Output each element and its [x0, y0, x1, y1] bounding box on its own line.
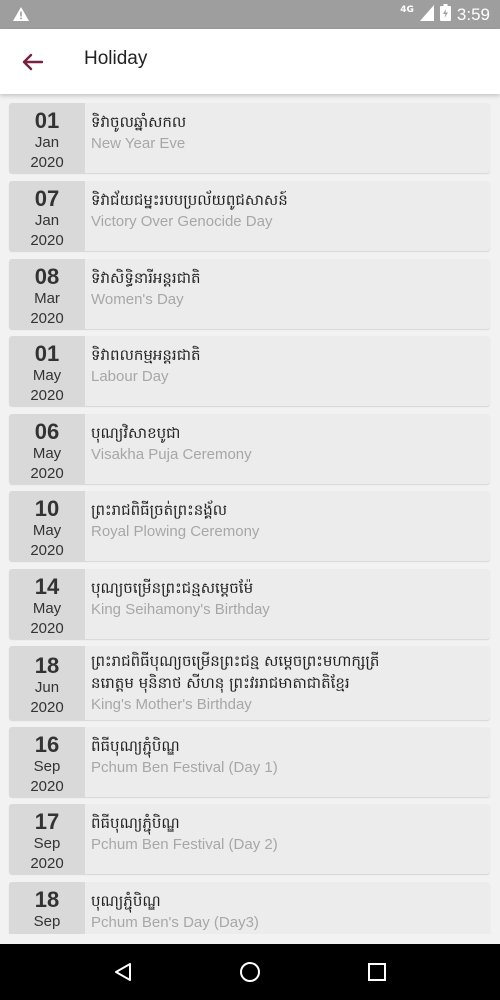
holiday-item[interactable]: 08 Mar 2020 ទិវាសិទ្ធិនារីអន្តរជាតិ Wome… [9, 259, 490, 329]
holiday-name-english: Pchum Ben Festival (Day 1) [91, 759, 278, 776]
date-block: 08 Mar 2020 [9, 259, 85, 329]
holiday-year: 2020 [30, 232, 64, 249]
holiday-name-khmer: ព្រះរាជពិធីច្រត់ព្រះនង្គ័ល [91, 501, 228, 519]
holiday-year: 2020 [30, 387, 64, 404]
holiday-day: 18 [34, 887, 60, 912]
holiday-name-english: Pchum Ben's Day (Day3) [91, 914, 259, 931]
holiday-item[interactable]: 10 May 2020 ព្រះរាជពិធីច្រត់ព្រះនង្គ័ល R… [9, 491, 490, 561]
status-bar: 4G 3:59 [0, 0, 500, 29]
circle-home-icon [239, 962, 260, 982]
holiday-item[interactable]: 01 May 2020 ទិវាពលកម្មអន្តរជាតិ Labour D… [9, 336, 490, 406]
system-navigation-bar [0, 944, 500, 1000]
holiday-day: 18 [34, 653, 60, 678]
date-block: 01 May 2020 [9, 336, 85, 406]
holiday-name-english: Pchum Ben Festival (Day 2) [91, 836, 278, 853]
holiday-day: 16 [34, 732, 60, 757]
holiday-month: Sep [33, 835, 61, 852]
holiday-name-khmer: ពិធីបុណ្យភ្ជុំបិណ្ឌ [91, 737, 180, 755]
nav-recents-button[interactable] [357, 952, 397, 992]
holiday-name-khmer: បុណ្យចម្រើនព្រះជន្មសម្តេចម៉ែ [91, 579, 254, 597]
holiday-month: Jan [34, 134, 60, 151]
nav-back-button[interactable] [103, 952, 143, 992]
holiday-year: 2020 [30, 778, 64, 795]
holiday-name-khmer-line-2: នរោត្តម មុនិនាថ សីហនុ ព្រះវររាជមាតាជាតិខ… [91, 674, 350, 692]
date-block: 01 Jan 2020 [9, 103, 85, 173]
back-button[interactable] [18, 48, 46, 76]
holiday-year: 2020 [30, 465, 64, 482]
holiday-day: 14 [34, 574, 60, 599]
holiday-item[interactable]: 07 Jan 2020 ទិវាជ័យជម្នះរបបប្រល័យពូជសាសន… [9, 181, 490, 251]
holiday-month: Sep [33, 758, 61, 775]
square-recents-icon [367, 963, 386, 981]
holiday-month: Jan [34, 212, 60, 229]
clock: 3:59 [456, 4, 490, 24]
nav-home-button[interactable] [230, 952, 270, 992]
date-block: 18 Jun 2020 [9, 646, 85, 720]
battery-icon [439, 4, 451, 25]
holiday-name-english: Visakha Puja Ceremony [91, 446, 252, 463]
date-block: 18 Sep 2020 [9, 882, 85, 934]
holiday-day: 01 [34, 108, 60, 133]
warning-icon [12, 6, 30, 26]
holiday-list[interactable]: 01 Jan 2020 ទិវាចូលឆ្នាំសកល New Year Eve… [0, 94, 500, 934]
holiday-name-khmer: ទិវាជ័យជម្នះរបបប្រល័យពូជសាសន៍ [91, 191, 288, 209]
date-block: 10 May 2020 [9, 491, 85, 561]
holiday-month: Sep [33, 913, 61, 930]
holiday-item[interactable]: 18 Jun 2020 ព្រះរាជពិធីបុណ្យចម្រើនព្រះជន… [9, 646, 490, 720]
holiday-month: Mar [34, 290, 60, 307]
holiday-name-english: King's Mother's Birthday [91, 696, 252, 713]
holiday-month: May [32, 522, 62, 539]
holiday-month: May [32, 600, 62, 617]
date-block: 14 May 2020 [9, 569, 85, 639]
date-block: 06 May 2020 [9, 414, 85, 484]
holiday-name-khmer: ទិវាពលកម្មអន្តរជាតិ [91, 346, 201, 364]
holiday-month: Jun [34, 679, 60, 696]
holiday-year: 2020 [30, 542, 64, 559]
holiday-name-english: Labour Day [91, 368, 169, 385]
holiday-month: May [32, 367, 62, 384]
holiday-day: 06 [34, 419, 60, 444]
holiday-name-english: New Year Eve [91, 135, 186, 152]
app-bar: Holiday [0, 29, 500, 94]
signal-icon [419, 4, 434, 25]
holiday-name-khmer: ព្រះរាជពិធីបុណ្យចម្រើនព្រះជន្ម សម្តេចព្រ… [91, 652, 380, 670]
holiday-day: 10 [34, 496, 60, 521]
date-block: 17 Sep 2020 [9, 804, 85, 874]
holiday-year: 2020 [30, 310, 64, 327]
holiday-item[interactable]: 16 Sep 2020 ពិធីបុណ្យភ្ជុំបិណ្ឌ Pchum Be… [9, 727, 490, 797]
holiday-year: 2020 [30, 855, 64, 872]
holiday-name-khmer: បុណ្យភ្ជុំបិណ្ឌ [91, 892, 161, 910]
holiday-name-khmer: ទិវាសិទ្ធិនារីអន្តរជាតិ [91, 269, 201, 287]
triangle-back-icon [115, 963, 132, 981]
holiday-name-english: King Seihamony's Birthday [91, 601, 270, 618]
holiday-name-khmer: ពិធីបុណ្យភ្ជុំបិណ្ឌ [91, 814, 180, 832]
holiday-name-english: Victory Over Genocide Day [91, 213, 273, 230]
holiday-day: 08 [34, 264, 60, 289]
holiday-item[interactable]: 06 May 2020 បុណ្យវិសាខបូជា Visakha Puja … [9, 414, 490, 484]
page-title: Holiday [84, 48, 148, 69]
holiday-name-khmer: បុណ្យវិសាខបូជា [91, 424, 181, 442]
holiday-item[interactable]: 14 May 2020 បុណ្យចម្រើនព្រះជន្មសម្តេចម៉ែ… [9, 569, 490, 639]
holiday-item[interactable]: 01 Jan 2020 ទិវាចូលឆ្នាំសកល New Year Eve [9, 103, 490, 173]
holiday-year: 2020 [30, 154, 64, 171]
holiday-day: 17 [34, 809, 60, 834]
date-block: 16 Sep 2020 [9, 727, 85, 797]
holiday-year: 2020 [30, 699, 64, 716]
holiday-name-english: Royal Plowing Ceremony [91, 523, 260, 540]
holiday-month: May [32, 445, 62, 462]
holiday-day: 01 [34, 341, 60, 366]
holiday-name-khmer: ទិវាចូលឆ្នាំសកល [91, 113, 187, 131]
holiday-item[interactable]: 17 Sep 2020 ពិធីបុណ្យភ្ជុំបិណ្ឌ Pchum Be… [9, 804, 490, 874]
holiday-item[interactable]: 18 Sep 2020 បុណ្យភ្ជុំបិណ្ឌ Pchum Ben's … [9, 882, 490, 934]
network-type: 4G [400, 4, 414, 15]
date-block: 07 Jan 2020 [9, 181, 85, 251]
holiday-year: 2020 [30, 620, 64, 637]
arrow-left-icon [22, 53, 43, 71]
holiday-name-english: Women's Day [91, 291, 184, 308]
holiday-year: 2020 [9, 932, 85, 934]
holiday-day: 07 [34, 186, 60, 211]
